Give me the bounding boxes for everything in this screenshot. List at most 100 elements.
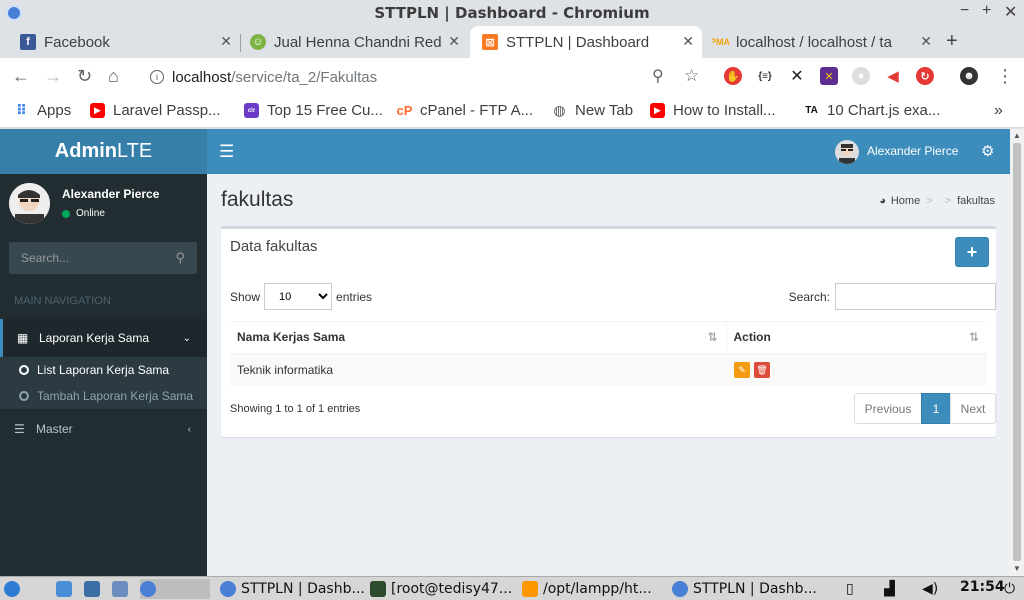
chromium-icon xyxy=(672,581,688,597)
column-header-nama[interactable]: Nama Kerjas Sama ⇅ xyxy=(230,321,726,355)
browser-toolbar: ← → ↻ ⌂ i localhost/service/ta_2/Fakulta… xyxy=(0,58,1024,94)
browser-launcher[interactable] xyxy=(140,579,210,599)
sort-icon: ⇅ xyxy=(707,330,718,344)
minimize-button[interactable]: − xyxy=(960,2,969,20)
power-icon[interactable]: ⏻ xyxy=(1004,579,1015,599)
tab-sttpln-dashboard[interactable]: ⊠ STTPLN | Dashboard ✕ xyxy=(470,26,702,58)
breadcrumb-home[interactable]: Home xyxy=(891,195,920,207)
pagination: Previous 1 Next xyxy=(854,393,996,424)
bookmark-howto[interactable]: ▶ How to Install... xyxy=(650,102,776,119)
page-length-control: Show 10 entries xyxy=(230,283,372,310)
scrollbar-thumb[interactable] xyxy=(1013,143,1021,561)
battery-icon[interactable]: ▯ xyxy=(846,579,854,599)
table-info: Showing 1 to 1 of 1 entries xyxy=(230,403,361,415)
tab-close-icon[interactable]: ✕ xyxy=(220,33,232,50)
bookmarks-overflow-icon[interactable]: » xyxy=(994,102,1003,120)
gears-icon[interactable]: ⚙ xyxy=(981,142,994,160)
bookmark-laravel[interactable]: ▶ Laravel Passp... xyxy=(90,102,221,119)
forward-arrow-icon[interactable]: → xyxy=(44,66,62,87)
tab-henna[interactable]: ☺ Jual Henna Chandni Red ✕ xyxy=(250,26,468,58)
task-sttpln-2[interactable]: STTPLN | Dashb... xyxy=(672,579,820,599)
bookmark-apps[interactable]: ⠿ Apps xyxy=(14,102,71,119)
tab-phpmyadmin[interactable]: PMA localhost / localhost / ta ✕ xyxy=(712,26,940,58)
column-header-action[interactable]: Action ⇅ xyxy=(725,321,987,355)
pencil-icon: ✎ xyxy=(738,364,746,375)
window-launcher[interactable] xyxy=(112,579,133,599)
page-scrollbar[interactable]: ▲ ▼ xyxy=(1010,129,1024,576)
megaphone-extension-icon[interactable]: ◀ xyxy=(884,67,902,85)
volume-icon[interactable]: ◀) xyxy=(922,579,938,599)
zoom-icon[interactable]: ⚲ xyxy=(652,66,664,86)
adblock-extension-icon[interactable]: ✋ xyxy=(724,67,742,85)
tab-close-icon[interactable]: ✕ xyxy=(682,33,694,50)
tab-close-icon[interactable]: ✕ xyxy=(920,33,932,50)
sidebar-toggle-icon[interactable]: ☰ xyxy=(219,142,234,162)
next-button[interactable]: Next xyxy=(950,393,996,424)
task-sttpln-1[interactable]: STTPLN | Dashb... xyxy=(220,579,366,599)
info-icon[interactable]: i xyxy=(150,70,164,84)
disabled-extension-icon[interactable]: ● xyxy=(852,67,870,85)
scroll-up-icon[interactable]: ▲ xyxy=(1013,131,1021,140)
add-button[interactable]: + xyxy=(955,237,989,267)
tab-label: Jual Henna Chandni Red xyxy=(274,33,442,51)
css-extension-icon[interactable]: ✕ xyxy=(820,67,838,85)
signal-icon[interactable]: ▟ xyxy=(884,579,895,599)
page-title: fakultas xyxy=(221,188,294,211)
bookmark-newtab[interactable]: ◍ New Tab xyxy=(552,102,633,119)
user-name: Alexander Pierce xyxy=(62,187,160,201)
file-manager-launcher[interactable] xyxy=(56,579,77,599)
data-table: Nama Kerjas Sama ⇅ Action ⇅ Teknik informa… xyxy=(230,321,987,386)
table-search-input[interactable] xyxy=(835,283,996,310)
tab-close-icon[interactable]: ✕ xyxy=(448,33,460,50)
page-length-select[interactable]: 10 xyxy=(264,283,333,310)
address-bar[interactable]: i localhost/service/ta_2/Fakultas xyxy=(140,62,710,92)
reload-icon[interactable]: ↻ xyxy=(77,66,92,87)
start-menu-button[interactable] xyxy=(4,579,44,599)
sublime-icon xyxy=(522,581,538,597)
window-title: STTPLN | Dashboard - Chromium xyxy=(374,4,650,22)
sidebar-search-input[interactable] xyxy=(9,242,169,274)
sync-extension-icon[interactable]: ↻ xyxy=(916,67,934,85)
bookmark-top15[interactable]: clr Top 15 Free Cu... xyxy=(244,102,383,119)
tab-facebook[interactable]: f Facebook ✕ xyxy=(20,26,240,58)
colorlib-icon: clr xyxy=(244,103,259,118)
home-icon[interactable]: ⌂ xyxy=(108,66,119,87)
menu-kebab-icon[interactable]: ⋮ xyxy=(996,66,1014,87)
task-sublime[interactable]: /opt/lampp/ht... xyxy=(522,579,668,599)
url-host: localhost xyxy=(172,68,232,86)
bookmark-chartjs[interactable]: TA 10 Chart.js exa... xyxy=(804,102,940,119)
close-window-button[interactable]: ✕ xyxy=(1004,2,1017,22)
profile-avatar-icon[interactable]: ☻ xyxy=(960,67,978,85)
chromium-icon xyxy=(220,581,236,597)
page-1-button[interactable]: 1 xyxy=(921,393,951,424)
list-icon: ☰ xyxy=(14,422,25,436)
scroll-down-icon[interactable]: ▼ xyxy=(1013,564,1021,573)
sidebar-item-master[interactable]: ☰ Master ‹ xyxy=(0,410,207,448)
search-icon[interactable]: ⚲ xyxy=(175,250,185,266)
apps-grid-icon: ⠿ xyxy=(16,102,27,118)
box-title: Data fakultas xyxy=(230,238,318,255)
x-extension-icon[interactable]: ✕ xyxy=(788,67,806,85)
previous-button[interactable]: Previous xyxy=(854,393,922,424)
back-arrow-icon[interactable]: ← xyxy=(12,66,30,87)
delete-button[interactable]: 🗑 xyxy=(754,362,770,378)
edit-button[interactable]: ✎ xyxy=(734,362,750,378)
app-logo[interactable]: Admin LTE xyxy=(0,129,207,174)
navbar-avatar[interactable] xyxy=(835,140,859,164)
sidebar-subitem-tambah-laporan[interactable]: Tambah Laporan Kerja Sama xyxy=(0,383,207,409)
bookmark-star-icon[interactable]: ☆ xyxy=(684,66,699,86)
bookmark-cpanel[interactable]: cP cPanel - FTP A... xyxy=(397,102,534,119)
window-icon xyxy=(112,581,128,597)
navbar-user-name[interactable]: Alexander Pierce xyxy=(867,144,958,158)
json-extension-icon[interactable]: {≡} xyxy=(756,67,774,85)
maximize-button[interactable]: + xyxy=(982,2,991,20)
chromium-icon xyxy=(140,581,156,597)
new-tab-button[interactable]: + xyxy=(946,30,958,53)
circle-icon xyxy=(19,391,29,401)
task-terminal[interactable]: [root@tedisy47... xyxy=(370,579,516,599)
sidebar-subitem-list-laporan[interactable]: List Laporan Kerja Sama xyxy=(0,357,207,383)
status-dot-icon xyxy=(62,209,70,218)
trash-icon: 🗑 xyxy=(756,364,768,375)
terminal-launcher[interactable] xyxy=(84,579,105,599)
sidebar-item-laporan[interactable]: ▦ Laporan Kerja Sama ⌄ xyxy=(0,319,207,357)
